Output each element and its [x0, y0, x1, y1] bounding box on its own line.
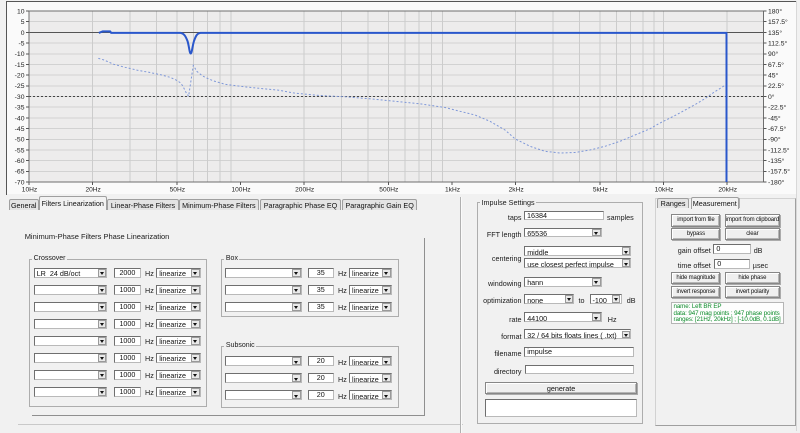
svg-text:-50: -50 [15, 137, 25, 144]
svg-text:-5: -5 [18, 40, 24, 47]
svg-text:-67.5°: -67.5° [768, 125, 786, 133]
svg-text:20kHz: 20kHz [718, 186, 737, 193]
svg-text:500Hz: 500Hz [379, 186, 398, 193]
svg-text:-25: -25 [15, 83, 25, 90]
svg-text:-10: -10 [15, 51, 25, 58]
svg-text:10Hz: 10Hz [22, 186, 37, 193]
svg-text:67.5°: 67.5° [768, 61, 784, 69]
svg-text:5: 5 [21, 19, 25, 26]
svg-text:-180°: -180° [768, 178, 785, 186]
svg-text:0: 0 [21, 30, 25, 37]
svg-text:-65: -65 [15, 169, 25, 176]
svg-text:-15: -15 [15, 62, 25, 69]
svg-text:20Hz: 20Hz [85, 186, 100, 193]
svg-text:-55: -55 [15, 147, 25, 154]
svg-text:-40: -40 [15, 115, 25, 122]
svg-text:-60: -60 [15, 158, 25, 165]
svg-text:1kHz: 1kHz [445, 186, 460, 193]
svg-text:-135°: -135° [768, 157, 785, 165]
svg-text:135°: 135° [768, 29, 782, 37]
svg-text:-35: -35 [15, 105, 25, 112]
svg-text:50Hz: 50Hz [170, 186, 185, 193]
svg-text:-157.5°: -157.5° [768, 168, 790, 176]
svg-text:45°: 45° [768, 72, 779, 80]
svg-text:2kHz: 2kHz [509, 186, 524, 193]
svg-text:112.5°: 112.5° [768, 39, 788, 47]
svg-text:180°: 180° [768, 7, 782, 15]
svg-text:10kHz: 10kHz [655, 186, 674, 193]
svg-text:157.5°: 157.5° [768, 18, 788, 26]
svg-text:100Hz: 100Hz [231, 186, 250, 193]
svg-text:-45: -45 [15, 126, 25, 133]
svg-text:-30: -30 [15, 94, 25, 101]
svg-text:22.5°: 22.5° [768, 82, 784, 90]
svg-text:0°: 0° [768, 93, 775, 101]
svg-text:200Hz: 200Hz [295, 186, 314, 193]
svg-text:-22.5°: -22.5° [768, 104, 786, 112]
svg-text:-45°: -45° [768, 114, 781, 122]
svg-text:90°: 90° [768, 50, 779, 58]
svg-text:10: 10 [17, 8, 25, 15]
svg-text:-20: -20 [15, 73, 25, 80]
svg-text:-112.5°: -112.5° [768, 146, 790, 154]
svg-text:-90°: -90° [768, 136, 781, 144]
svg-text:5kHz: 5kHz [593, 186, 608, 193]
